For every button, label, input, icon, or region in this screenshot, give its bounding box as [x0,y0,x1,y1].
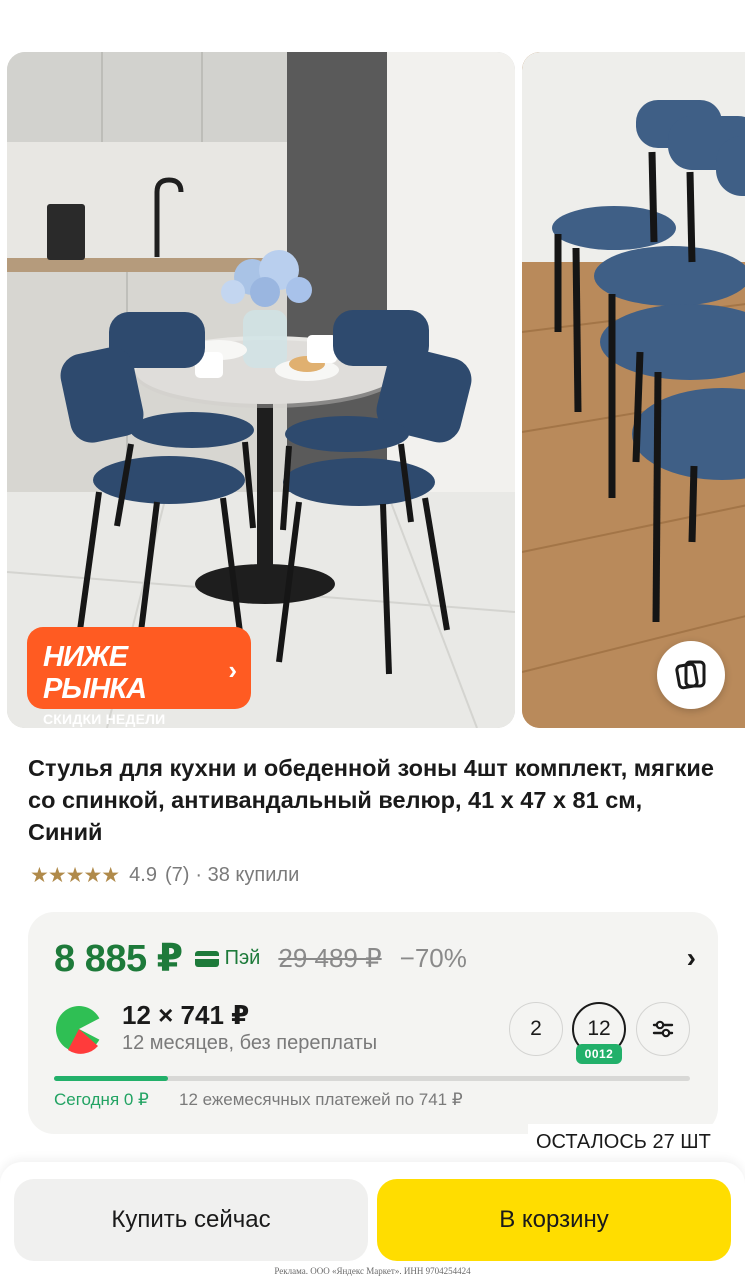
split-logo-icon [56,1006,104,1054]
term-option-2[interactable]: 2 [509,1002,563,1056]
promo-badge-below-market[interactable]: НИЖЕ РЫНКА СКИДКИ НЕДЕЛИ › [27,627,251,727]
price-row: 8 885 ₽ Пэй 29 489 ₽ −70% [54,936,467,981]
pay-label: Пэй [194,947,261,970]
settings-sliders-button[interactable] [636,1002,690,1056]
buy-now-button[interactable]: Купить сейчас [14,1179,368,1261]
sliders-icon [652,1020,674,1038]
product-photo-second[interactable] [522,52,745,728]
chevron-right-icon[interactable]: › [687,942,696,974]
stock-remaining-label: ОСТАЛОСЬ 27 ШТ [528,1124,719,1160]
installment-amount: 12 × 741 ₽ [122,1000,250,1030]
ar-view-button[interactable] [657,641,725,709]
installment-description: 12 месяцев, без переплаты [122,1032,378,1054]
card-icon [194,950,219,967]
promo-title: НИЖЕ РЫНКА [43,641,147,705]
chevron-right-icon: › [228,655,237,685]
rating-row[interactable]: ★★★★★ 4.9 (7) · 38 купили [30,862,299,888]
price-card[interactable]: 8 885 ₽ Пэй 29 489 ₽ −70% › 12 × 741 ₽ 1… [28,912,718,1134]
bought-count: · 38 купили [195,863,300,886]
star-rating-icon: ★★★★★ [30,863,120,887]
installment-progress-bar [54,1076,690,1081]
rating-value: 4.9 [129,863,157,886]
installment-progress-fill [54,1076,169,1081]
promo-subtitle: СКИДКИ НЕДЕЛИ [43,711,166,727]
pay-label-text: Пэй [224,947,261,969]
product-title: Стулья для кухни и обеденной зоны 4шт ко… [28,755,714,845]
discount-percent: −70% [399,943,467,973]
payment-schedule: 12 ежемесячных платежей по 741 ₽ [179,1090,463,1109]
rating-count: (7) [164,863,190,886]
ad-disclaimer: Реклама. ООО «Яндекс Маркет». ИНН 970425… [274,1266,471,1276]
term-badge: 0012 [576,1044,622,1064]
ar-view-icon [675,660,706,690]
payment-today: Сегодня 0 ₽ [54,1090,149,1109]
current-price: 8 885 ₽ [54,938,183,980]
old-price: 29 489 ₽ [278,943,382,973]
bottom-action-bar: Купить сейчас В корзину [0,1162,745,1280]
add-to-cart-button[interactable]: В корзину [377,1179,731,1261]
chairs-floor-image [522,52,745,728]
